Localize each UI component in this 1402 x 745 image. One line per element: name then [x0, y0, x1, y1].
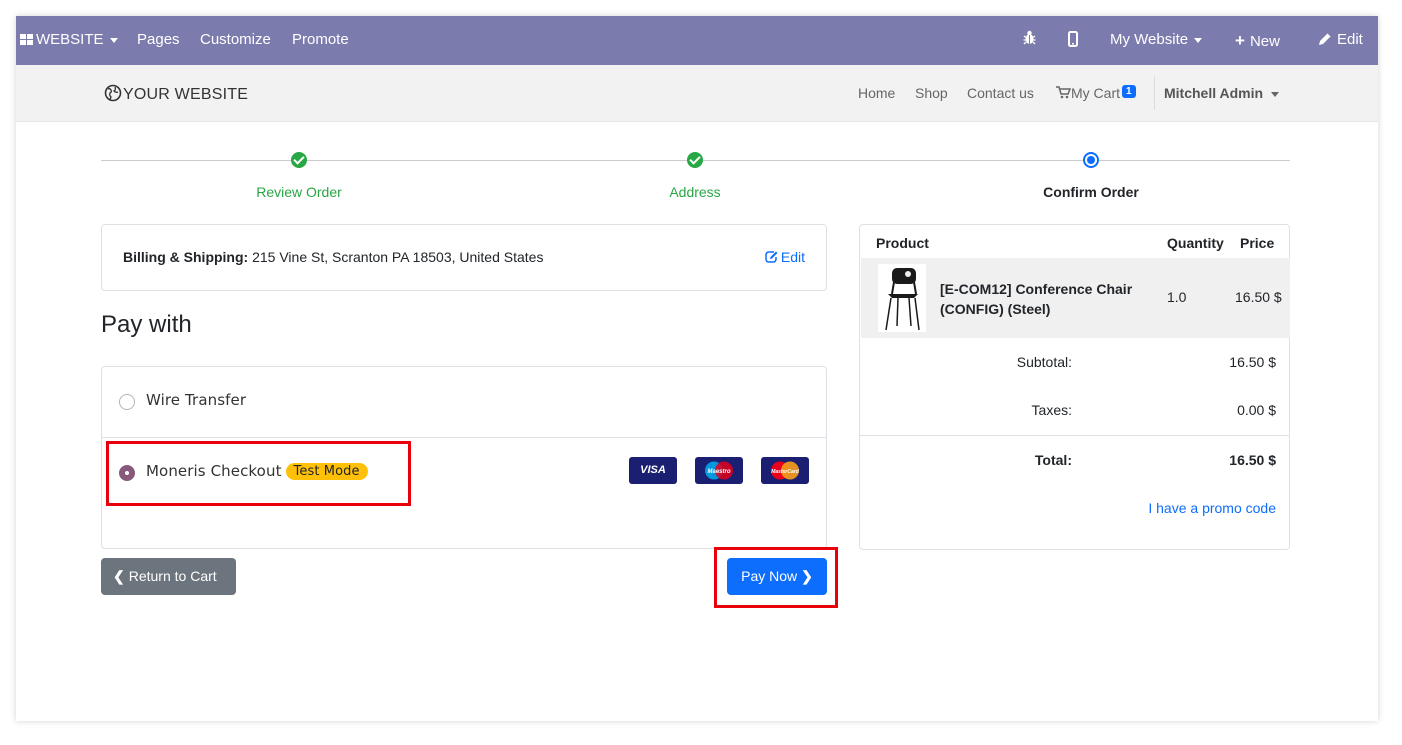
order-summary-card: Product Quantity Price [E-COM12] Confere…: [859, 224, 1290, 550]
highlight-box-moneris: [106, 441, 411, 506]
cart-label: My Cart: [1071, 85, 1120, 101]
promo-code-link[interactable]: I have a promo code: [1148, 500, 1276, 516]
edit-button[interactable]: Edit: [1318, 31, 1363, 48]
billing-address: 215 Vine St, Scranton PA 18503, United S…: [252, 249, 544, 265]
taxes-value: 0.00 $: [1237, 402, 1276, 418]
step-active-dot-icon: [1083, 152, 1099, 168]
taxes-label: Taxes:: [1031, 402, 1072, 418]
mastercard-icon: MasterCard: [761, 457, 809, 484]
payment-option-wire-transfer[interactable]: Wire Transfer: [102, 367, 826, 438]
promote-menu[interactable]: Promote: [292, 31, 349, 48]
subtotal-value: 16.50 $: [1229, 354, 1276, 370]
cart-icon: [1056, 86, 1072, 99]
product-image[interactable]: [878, 264, 926, 332]
col-quantity-header: Quantity: [1167, 235, 1224, 251]
return-to-cart-button[interactable]: ❮ Return to Cart: [101, 558, 236, 595]
edit-label: Edit: [1337, 31, 1363, 48]
nav-separator: [1154, 76, 1155, 110]
site-header: YOUR WEBSITE Home Shop Contact us My Car…: [16, 65, 1378, 122]
globe-icon: [104, 84, 122, 102]
billing-shipping-card: Billing & Shipping: 215 Vine St, Scranto…: [101, 224, 827, 291]
summary-divider: [860, 435, 1289, 436]
visa-icon: VISA: [629, 457, 677, 484]
cart-count-badge: 1: [1122, 85, 1136, 98]
caret-down-icon: [1194, 37, 1203, 43]
user-name: Mitchell Admin: [1164, 85, 1264, 101]
col-price-header: Price: [1240, 235, 1275, 251]
apps-grid-icon: [20, 34, 33, 45]
website-menu-label: WEBSITE: [36, 31, 104, 48]
nav-home[interactable]: Home: [858, 85, 895, 101]
pencil-icon: [1319, 33, 1331, 45]
chair-icon: [885, 268, 920, 331]
subtotal-label: Subtotal:: [1016, 354, 1072, 370]
highlight-box-pay-now: [714, 547, 838, 608]
mobile-preview-icon[interactable]: [1068, 31, 1078, 51]
edit-icon: [765, 251, 778, 263]
step-confirm-order: Confirm Order: [1043, 184, 1139, 200]
return-to-cart-label: Return to Cart: [128, 568, 217, 584]
user-menu[interactable]: Mitchell Admin: [1164, 85, 1280, 101]
order-line-row: [E-COM12] Conference Chair (CONFIG) (Ste…: [861, 258, 1290, 338]
website-menu[interactable]: WEBSITE: [20, 31, 118, 48]
bug-icon[interactable]: [1023, 30, 1036, 49]
plus-icon: +: [1235, 31, 1245, 50]
step-done-check-icon: [687, 152, 703, 168]
caret-down-icon: [109, 37, 118, 43]
product-price: 16.50 $: [1235, 289, 1282, 305]
new-button[interactable]: + New: [1235, 31, 1280, 51]
customize-menu[interactable]: Customize: [200, 31, 271, 48]
product-name-line2: (CONFIG) (Steel): [940, 301, 1051, 317]
step-done-check-icon: [291, 152, 307, 168]
admin-bar: WEBSITE Pages Customize Promote My Websi…: [16, 16, 1378, 65]
edit-address-link[interactable]: Edit: [765, 249, 805, 265]
product-quantity: 1.0: [1167, 289, 1187, 305]
col-product-header: Product: [876, 235, 929, 251]
svg-text:MasterCard: MasterCard: [771, 469, 799, 475]
nav-shop[interactable]: Shop: [915, 85, 948, 101]
billing-address-text: Billing & Shipping: 215 Vine St, Scranto…: [123, 249, 543, 265]
pay-with-heading: Pay with: [101, 311, 192, 338]
my-website-label: My Website: [1110, 31, 1189, 48]
billing-label: Billing & Shipping:: [123, 249, 249, 265]
site-logo[interactable]: YOUR WEBSITE: [104, 84, 248, 104]
pages-menu[interactable]: Pages: [137, 31, 180, 48]
wire-transfer-radio[interactable]: [119, 394, 135, 410]
my-website-menu[interactable]: My Website: [1110, 31, 1203, 48]
nav-my-cart[interactable]: My Cart 1: [1056, 85, 1136, 101]
wire-transfer-label: Wire Transfer: [146, 391, 247, 409]
browser-viewport: WEBSITE Pages Customize Promote My Websi…: [16, 16, 1378, 721]
step-review-order[interactable]: Review Order: [256, 184, 342, 200]
chevron-left-icon: ❮: [113, 568, 125, 584]
product-name[interactable]: [E-COM12] Conference Chair (CONFIG) (Ste…: [940, 279, 1132, 319]
nav-contact[interactable]: Contact us: [967, 85, 1034, 101]
logo-text: YOUR WEBSITE: [123, 86, 249, 103]
maestro-icon: Maestro: [695, 457, 743, 484]
total-label: Total:: [1034, 452, 1072, 468]
step-address[interactable]: Address: [669, 184, 720, 200]
new-label: New: [1249, 33, 1280, 50]
product-name-line1: [E-COM12] Conference Chair: [940, 281, 1133, 297]
edit-label: Edit: [780, 249, 805, 265]
svg-text:Maestro: Maestro: [707, 469, 730, 475]
caret-down-icon: [1271, 91, 1280, 97]
total-value: 16.50 $: [1229, 452, 1276, 468]
